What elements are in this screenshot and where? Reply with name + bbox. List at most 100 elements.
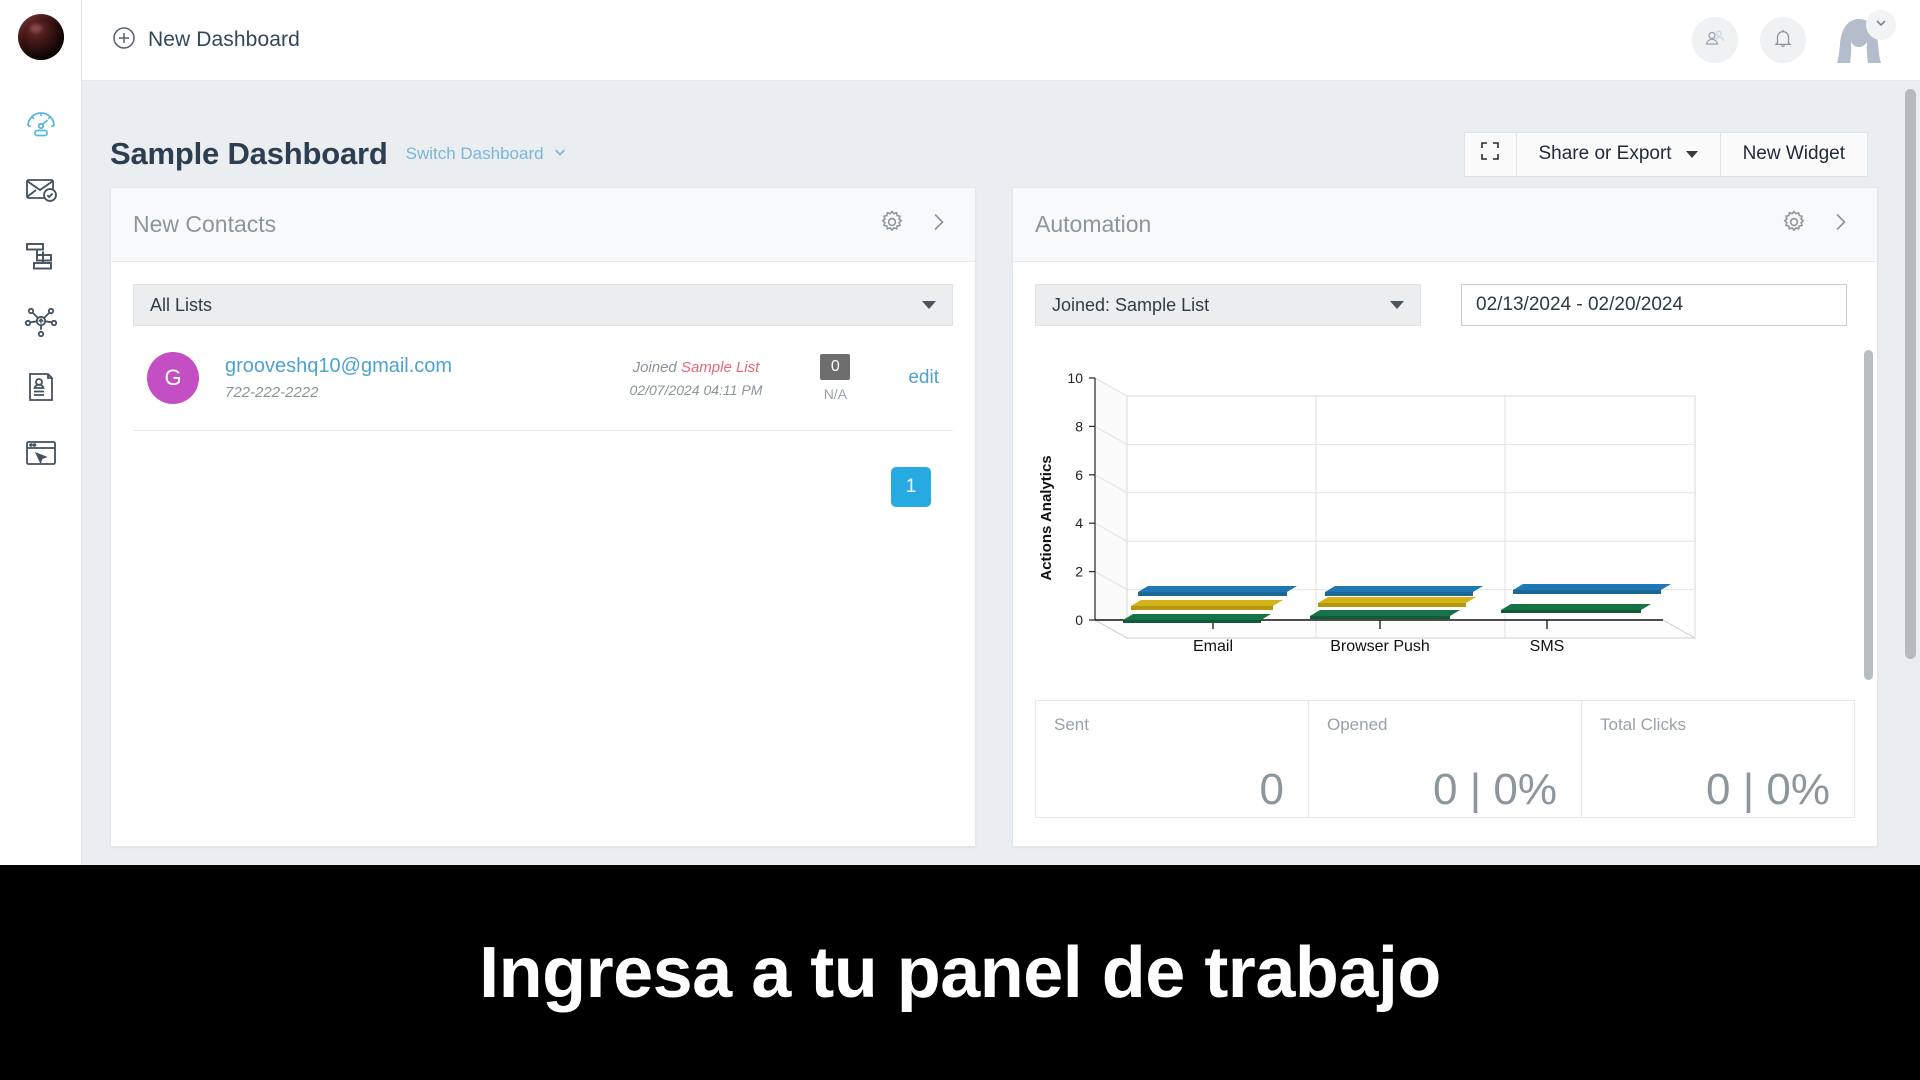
app-root: New Dashboard Sample Dashboard Switch Da… [0,0,1920,1080]
caption-text: Ingresa a tu panel de trabajo [479,932,1441,1013]
automation-widget: Automation Joined: Sample List 02/13/202… [1012,187,1878,847]
new-dashboard-label: New Dashboard [148,28,300,51]
top-bar: New Dashboard [82,0,1920,81]
pagination: 1 [133,431,953,507]
chevron-down-icon [1390,301,1404,309]
stat-value: 0 | 0% [1706,765,1830,814]
contact-card-icon [23,369,59,405]
pagination-page-1[interactable]: 1 [891,467,931,507]
stat-label: Total Clicks [1600,715,1686,734]
status-badge: 0 [820,354,851,380]
page-title: Sample Dashboard [110,136,388,171]
new-contacts-body: All Lists G grooveshq10@gmail.com 722-22… [111,262,975,846]
automation-header: Automation [1013,188,1877,262]
automation-body: Joined: Sample List 02/13/2024 - 02/20/2… [1013,262,1877,846]
fullscreen-icon [1479,140,1501,168]
contact-joined-info: Joined Sample List 02/07/2024 04:11 PM [630,359,763,398]
svg-text:2: 2 [1075,564,1083,580]
svg-text:6: 6 [1075,467,1083,483]
list-filter-value: All Lists [150,294,213,315]
avatar: G [147,352,199,404]
new-contacts-header-actions [879,209,949,240]
sidebar-item-email[interactable] [12,156,70,222]
user-menu[interactable] [1828,10,1896,66]
share-or-export-label: Share or Export [1538,143,1672,164]
sidebar-item-integrations[interactable] [12,288,70,354]
header-actions: Share or Export New Widget [1463,131,1868,177]
widget-grid: New Contacts All Lists G grooveshq10@gma… [82,187,1920,847]
share-or-export-button[interactable]: Share or Export [1515,131,1721,177]
new-dashboard-button[interactable]: New Dashboard [112,26,300,55]
top-bar-actions [1692,10,1896,66]
chevron-right-icon[interactable] [927,211,949,238]
app-logo[interactable] [17,14,64,60]
contact-email-link[interactable]: grooveshq10@gmail.com [225,355,452,378]
date-range-value: 02/13/2024 - 02/20/2024 [1476,294,1684,315]
notifications-button[interactable] [1760,17,1806,63]
gear-icon[interactable] [1781,209,1807,240]
new-widget-button[interactable]: New Widget [1720,131,1868,177]
automation-stats: Sent 0 Opened 0 | 0% Total Clicks 0 | 0% [1035,700,1855,818]
automation-header-actions [1781,209,1851,240]
svg-text:Email: Email [1193,638,1233,655]
people-icon [1703,26,1727,55]
chevron-down-icon [922,301,936,309]
joined-prefix: Joined [632,358,677,376]
stat-total-clicks: Total Clicks 0 | 0% [1581,701,1854,817]
stat-label: Opened [1327,715,1388,734]
network-nodes-icon [23,303,59,339]
chart-ytick-labels: 10 8 6 4 2 0 [1067,370,1083,628]
stat-sent: Sent 0 [1036,701,1308,817]
automation-widget-scrollbar[interactable] [1864,350,1873,680]
chart-ylabel: Actions Analytics [1038,455,1055,580]
table-row[interactable]: G grooveshq10@gmail.com 722-222-2222 Joi… [133,352,953,431]
fullscreen-button[interactable] [1463,131,1516,177]
email-check-icon [23,171,59,207]
landing-page-icon [23,435,59,471]
contact-joined-date: 02/07/2024 04:11 PM [629,381,763,398]
sidebar-nav [12,90,70,486]
chevron-right-icon[interactable] [1829,211,1851,238]
chart-xtick-labels: Email Browser Push SMS [1193,638,1564,655]
chart-yaxis [1089,377,1096,621]
chevron-down-icon [1873,15,1889,36]
stat-label: Sent [1054,715,1089,734]
plus-circle-icon [112,26,136,55]
user-menu-chevron[interactable] [1866,10,1896,40]
automation-filters: Joined: Sample List 02/13/2024 - 02/20/2… [1035,284,1855,326]
new-contacts-title: New Contacts [133,211,277,237]
edit-contact-link[interactable]: edit [908,367,939,389]
stat-value: 0 | 0% [1433,765,1557,814]
automation-filter-select[interactable]: Joined: Sample List [1035,284,1421,326]
new-widget-label: New Widget [1742,143,1845,164]
sidebar-item-landing-pages[interactable] [12,420,70,486]
sidebar-item-workflows[interactable] [12,222,70,288]
contact-identity: grooveshq10@gmail.com 722-222-2222 [225,355,452,401]
svg-text:0: 0 [1075,612,1083,628]
sidebar-item-dashboard[interactable] [12,90,70,156]
joined-list-name: Sample List [680,358,760,376]
actions-analytics-chart: Actions Analytics 10 8 6 4 2 0 Email Bro… [1035,348,1855,678]
org-chart-icon [23,237,59,273]
page-scrollbar-track[interactable] [1901,81,1920,865]
switch-dashboard-label: Switch Dashboard [405,144,544,163]
people-button[interactable] [1692,17,1738,63]
automation-filter-value: Joined: Sample List [1052,294,1210,315]
date-range-input[interactable]: 02/13/2024 - 02/20/2024 [1461,284,1847,326]
contact-score: 0 N/A [820,354,851,402]
sidebar-item-contacts[interactable] [12,354,70,420]
svg-text:Browser Push: Browser Push [1330,638,1430,655]
score-label: N/A [823,386,848,402]
page-scrollbar-thumb[interactable] [1905,89,1916,659]
svg-text:10: 10 [1067,370,1083,386]
left-sidebar [0,0,82,865]
chart-svg: Actions Analytics 10 8 6 4 2 0 Email Bro… [1038,370,1697,655]
list-filter-select[interactable]: All Lists [133,284,953,326]
dashboard-gauge-icon [23,105,59,141]
dashboard-page: Sample Dashboard Switch Dashboard Share … [82,81,1920,865]
svg-text:8: 8 [1075,418,1083,434]
switch-dashboard-button[interactable]: Switch Dashboard [406,144,568,165]
automation-title: Automation [1035,211,1152,237]
contact-phone: 722-222-2222 [225,384,319,401]
gear-icon[interactable] [879,209,905,240]
